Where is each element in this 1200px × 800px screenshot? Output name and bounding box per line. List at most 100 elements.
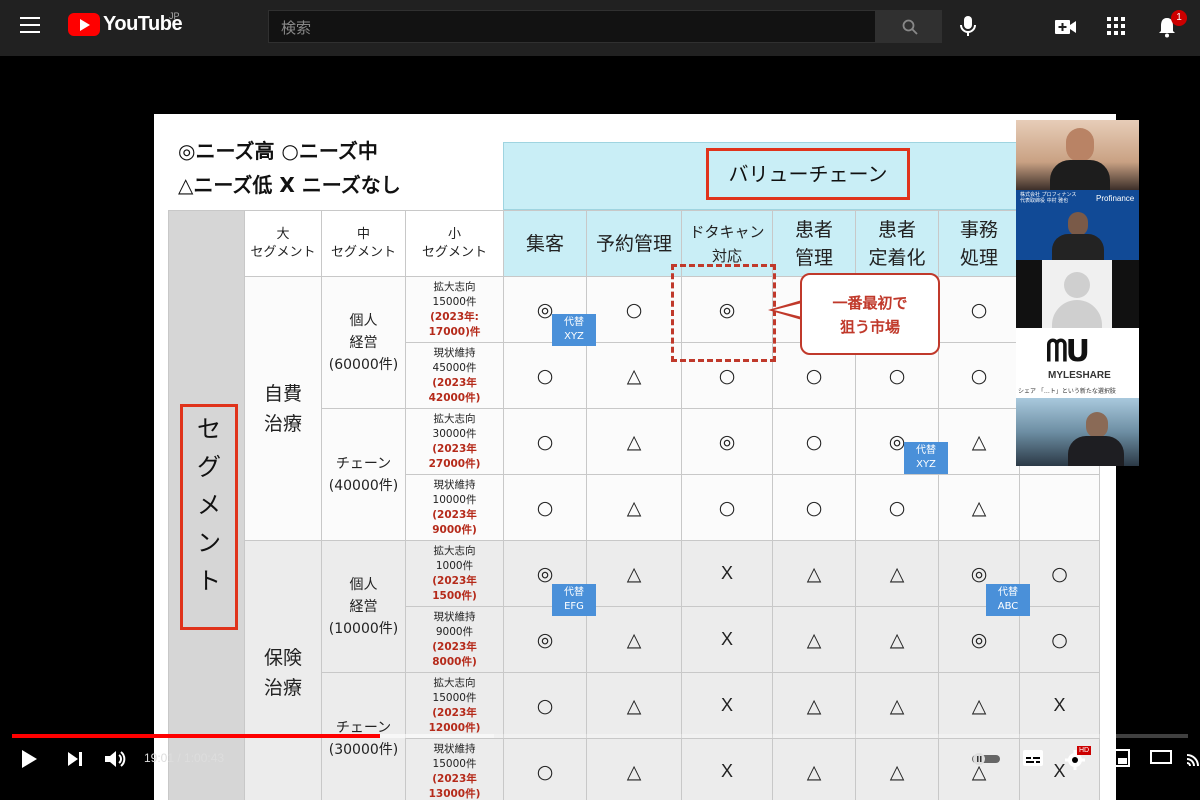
need-mark: △ — [856, 673, 939, 739]
participant-body — [1052, 234, 1104, 260]
header-vc-admin: 事務処理 — [939, 211, 1020, 277]
apps-grid-icon[interactable] — [1106, 16, 1126, 36]
player-controls: 19:01 / 1:00:43 HD — [0, 740, 1200, 778]
participant-head — [1066, 128, 1094, 162]
autoplay-toggle-icon[interactable] — [972, 752, 1000, 766]
need-mark: ○ — [504, 409, 587, 475]
need-mark: ◎ — [504, 607, 587, 673]
participant-caption: 株式会社 プロフィナンス 代表取締役 中村 雅也 — [1020, 192, 1080, 204]
avatar-head — [1064, 272, 1090, 298]
need-mark: △ — [856, 541, 939, 607]
value-chain-title: バリューチェーン — [706, 148, 910, 200]
need-mark: △ — [587, 607, 682, 673]
miniplayer-icon[interactable] — [1108, 749, 1130, 767]
time-total: 1:00:43 — [184, 751, 224, 765]
mylshare-logo-icon: ᗰᑌ — [1046, 334, 1088, 369]
search-button[interactable] — [876, 10, 942, 43]
youtube-play-icon — [68, 13, 100, 36]
masthead: YouTube JP 検索 1 — [0, 0, 1200, 56]
slide: ◎ニーズ高 ○ニーズ中 △ニーズ低 X ニーズなし バリューチェーン 大セグメン… — [154, 114, 1116, 800]
segment-side-label: セグメント — [180, 410, 238, 600]
header-vc-reservation: 予約管理 — [587, 211, 682, 277]
alternative-badge: 代替XYZ — [552, 314, 596, 346]
participant-video-4: ᗰᑌ MYLESHARE シェア 「…ト」という新たな選択肢 — [1016, 328, 1139, 398]
participant-video-3 — [1016, 260, 1139, 328]
small-segment-cell: 現状維持10000件(2023年9000件) — [406, 475, 504, 541]
play-icon[interactable] — [20, 749, 38, 769]
small-segment-cell: 現状維持45000件(2023年42000件) — [406, 343, 504, 409]
need-mark: ◎ — [939, 607, 1020, 673]
need-mark: △ — [939, 475, 1020, 541]
small-segment-cell: 拡大志向15000件(2023年:17000)件 — [406, 277, 504, 343]
video-player[interactable]: ◎ニーズ高 ○ニーズ中 △ニーズ低 X ニーズなし バリューチェーン 大セグメン… — [0, 56, 1200, 778]
participant-head — [1068, 212, 1088, 236]
need-mark — [1020, 475, 1100, 541]
need-mark: ○ — [1020, 607, 1100, 673]
need-mark: △ — [856, 607, 939, 673]
participant-brand: MYLESHARE — [1048, 370, 1111, 381]
subtitles-icon[interactable] — [1022, 749, 1044, 767]
need-mark: ○ — [773, 409, 856, 475]
search-icon — [902, 19, 918, 35]
need-mark: ○ — [504, 673, 587, 739]
need-mark: △ — [773, 541, 856, 607]
need-mark: ○ — [587, 277, 682, 343]
need-mark: ○ — [939, 277, 1020, 343]
need-mark: △ — [773, 607, 856, 673]
need-mark: ◎ — [682, 409, 773, 475]
alternative-badge: 代替XYZ — [904, 442, 948, 474]
small-segment-cell: 拡大志向15000件(2023年12000件) — [406, 673, 504, 739]
mid-segment-individual: 個人経営(60000件) — [322, 277, 406, 409]
header-small-segment: 小セグメント — [406, 211, 504, 277]
need-mark: ○ — [682, 475, 773, 541]
need-mark: △ — [587, 343, 682, 409]
menu-icon[interactable] — [20, 17, 40, 37]
volume-icon[interactable] — [104, 749, 128, 769]
need-mark: ○ — [856, 475, 939, 541]
search-input[interactable]: 検索 — [268, 10, 876, 43]
need-mark: ○ — [504, 343, 587, 409]
need-mark: △ — [587, 673, 682, 739]
header-vc-retention: 患者定着化 — [856, 211, 939, 277]
legend-line-2: △ニーズ低 X ニーズなし — [178, 168, 401, 202]
next-icon[interactable] — [66, 749, 84, 769]
cast-icon[interactable] — [1186, 749, 1200, 767]
youtube-logo[interactable]: YouTube JP — [68, 13, 182, 36]
participant-video-2: 株式会社 プロフィナンス 代表取締役 中村 雅也 Profinance — [1016, 190, 1139, 260]
small-segment-cell: 現状維持9000件(2023年8000件) — [406, 607, 504, 673]
need-mark: ○ — [939, 343, 1020, 409]
need-mark: △ — [939, 409, 1020, 475]
mid-segment-chain: チェーン(40000件) — [322, 409, 406, 541]
needs-legend: ◎ニーズ高 ○ニーズ中 △ニーズ低 X ニーズなし — [178, 134, 401, 202]
notification-count-badge: 1 — [1171, 10, 1187, 26]
time-display: 19:01 / 1:00:43 — [144, 751, 224, 765]
need-mark: ○ — [504, 475, 587, 541]
create-video-icon[interactable] — [1054, 16, 1078, 38]
need-mark: X — [682, 607, 773, 673]
time-current: 19:01 — [144, 751, 174, 765]
callout-pointer-fill — [774, 303, 802, 317]
header-mid-segment: 中セグメント — [322, 211, 406, 277]
participant-video-1 — [1016, 120, 1139, 190]
legend-line-1: ◎ニーズ高 ○ニーズ中 — [178, 134, 401, 168]
need-mark: △ — [773, 673, 856, 739]
need-mark: △ — [587, 475, 682, 541]
need-mark: △ — [587, 541, 682, 607]
participant-body — [1068, 436, 1124, 466]
mid-segment-individual: 個人経営(10000件) — [322, 541, 406, 673]
small-segment-cell: 拡大志向30000件(2023年27000件) — [406, 409, 504, 475]
region-code: JP — [169, 11, 180, 21]
participant-brand: Profinance — [1096, 194, 1134, 203]
microphone-icon[interactable] — [958, 14, 978, 38]
participant-body — [1050, 160, 1110, 190]
theater-mode-icon[interactable] — [1150, 749, 1172, 765]
progress-played — [12, 734, 380, 738]
need-mark: △ — [939, 673, 1020, 739]
need-mark: X — [682, 541, 773, 607]
header-vc-patient-mgmt: 患者管理 — [773, 211, 856, 277]
header-vc-acquisition: 集客 — [504, 211, 587, 277]
hd-badge: HD — [1077, 746, 1091, 755]
alternative-badge: 代替ABC — [986, 584, 1030, 616]
need-mark: ○ — [773, 475, 856, 541]
participant-head — [1086, 412, 1108, 438]
